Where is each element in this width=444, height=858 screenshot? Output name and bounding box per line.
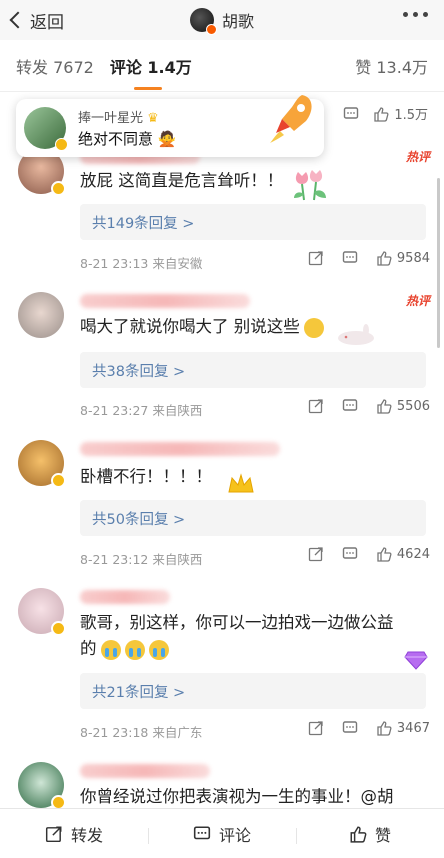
bunny-sticker-icon xyxy=(338,324,374,345)
crying-emoji-icon xyxy=(148,639,169,660)
avatar[interactable] xyxy=(18,588,66,636)
comment-text: 放屁 这简直是危言耸听！！ xyxy=(80,171,284,190)
comment-text: 你曾经说过你把表演视为一生的事业！@胡 xyxy=(80,787,394,806)
comment-actions: 4624 xyxy=(308,546,430,562)
thumbs-up-icon xyxy=(376,720,392,736)
comment-icon[interactable] xyxy=(342,250,358,266)
scrollbar[interactable] xyxy=(437,178,440,348)
comment-icon[interactable] xyxy=(343,106,359,122)
hands-crossed-emoji-icon: 🙅 xyxy=(157,130,177,148)
hot-comment-badge: 热评 xyxy=(405,150,430,164)
comment-icon[interactable] xyxy=(342,398,358,414)
comment-icon xyxy=(193,825,211,843)
back-button[interactable]: 返回 xyxy=(9,8,64,33)
like-button[interactable]: 9584 xyxy=(376,250,430,266)
bottom-action-bar: 转发 评论 赞 xyxy=(0,808,444,858)
vip-badge-icon xyxy=(51,621,66,636)
avatar xyxy=(190,8,217,35)
comment-button[interactable]: 评论 xyxy=(148,822,296,846)
tab-like[interactable]: 赞 13.4万 xyxy=(355,54,428,78)
crying-emoji-icon xyxy=(124,639,145,660)
comment-meta: 8-21 23:27 来自陕西 xyxy=(80,403,203,418)
share-icon[interactable] xyxy=(308,720,324,736)
comment-label: 评论 xyxy=(218,825,251,845)
like-count: 3467 xyxy=(396,720,430,736)
chevron-left-icon xyxy=(9,11,27,29)
comment-actions: 3467 xyxy=(308,720,430,736)
smile-emoji-icon xyxy=(303,317,324,338)
comment-meta: 8-21 23:12 来自陕西 xyxy=(80,552,203,567)
thumbs-up-icon xyxy=(376,398,392,414)
reply-count-link[interactable]: 共149条回复 > xyxy=(80,204,426,240)
vip-badge-icon xyxy=(206,24,217,35)
comment-meta: 8-21 23:13 来自安徽 xyxy=(80,256,203,271)
like-button[interactable]: 1.5万 xyxy=(373,104,428,123)
share-icon[interactable] xyxy=(308,398,324,414)
top-bar: 返回 胡歌 xyxy=(0,0,444,40)
like-button[interactable]: 4624 xyxy=(376,546,430,562)
thumbs-up-icon xyxy=(376,250,392,266)
diamond-sticker-icon xyxy=(404,651,428,670)
thumbs-up-icon xyxy=(373,106,389,122)
like-count: 9584 xyxy=(396,250,430,266)
reply-count-link[interactable]: 共38条回复 > xyxy=(80,352,426,388)
reply-count-link[interactable]: 共21条回复 > xyxy=(80,673,426,709)
commenter-name-blurred[interactable] xyxy=(80,294,250,308)
vip-badge-icon xyxy=(55,138,68,151)
pinned-actions: 1.5万 xyxy=(343,104,428,123)
crying-emoji-icon xyxy=(100,639,121,660)
comment-icon[interactable] xyxy=(342,546,358,562)
like-count: 4624 xyxy=(396,546,430,562)
title-label: 胡歌 xyxy=(222,12,255,31)
commenter-name[interactable]: 捧一叶星光 ♛ xyxy=(78,107,176,126)
reply-count-link[interactable]: 共50条回复 > xyxy=(80,500,426,536)
repost-label: 转发 xyxy=(70,825,103,845)
comment-text: 绝对不同意 🙅 xyxy=(78,130,177,148)
comment-actions: 5506 xyxy=(308,398,430,414)
avatar[interactable] xyxy=(18,440,66,488)
avatar xyxy=(24,107,68,151)
like-button[interactable]: 5506 xyxy=(376,398,430,414)
vip-badge-icon xyxy=(51,473,66,488)
share-icon[interactable] xyxy=(308,250,324,266)
thumbs-up-icon xyxy=(349,825,367,843)
share-icon xyxy=(45,825,63,843)
tab-repost[interactable]: 转发 7672 xyxy=(16,54,94,78)
like-count: 5506 xyxy=(396,398,430,414)
like-button[interactable]: 赞 xyxy=(296,822,444,846)
comment-text: 歌哥，别这样，你可以一边拍戏一边做公益 的 xyxy=(80,613,394,660)
commenter-name-blurred[interactable] xyxy=(80,442,280,456)
like-label: 赞 xyxy=(374,825,391,845)
floating-comment-card[interactable]: 捧一叶星光 ♛ 绝对不同意 🙅 xyxy=(16,95,324,157)
page-title[interactable]: 胡歌 xyxy=(190,8,255,35)
tulip-sticker-icon xyxy=(294,170,326,201)
vip-badge-icon xyxy=(51,181,66,196)
thumbs-up-icon xyxy=(376,546,392,562)
avatar[interactable] xyxy=(18,762,66,810)
crown-icon: ♛ xyxy=(147,111,159,126)
comment-meta: 8-21 23:18 来自广东 xyxy=(80,725,203,740)
rocket-icon xyxy=(270,95,312,143)
comment-actions: 9584 xyxy=(308,250,430,266)
hot-comment-badge: 热评 xyxy=(405,294,430,308)
repost-button[interactable]: 转发 xyxy=(0,822,148,846)
avatar[interactable] xyxy=(18,292,64,338)
like-button[interactable]: 3467 xyxy=(376,720,430,736)
like-count: 1.5万 xyxy=(394,108,428,123)
more-options-icon[interactable] xyxy=(403,12,428,17)
tab-comment[interactable]: 评论 1.4万 xyxy=(110,54,192,90)
tab-bar: 转发 7672 评论 1.4万 赞 13.4万 xyxy=(0,40,444,92)
back-label: 返回 xyxy=(30,12,64,33)
comment-icon[interactable] xyxy=(342,720,358,736)
share-icon[interactable] xyxy=(308,546,324,562)
crown-sticker-icon xyxy=(228,473,254,493)
commenter-name-blurred[interactable] xyxy=(80,590,170,604)
commenter-name-blurred[interactable] xyxy=(80,764,210,778)
